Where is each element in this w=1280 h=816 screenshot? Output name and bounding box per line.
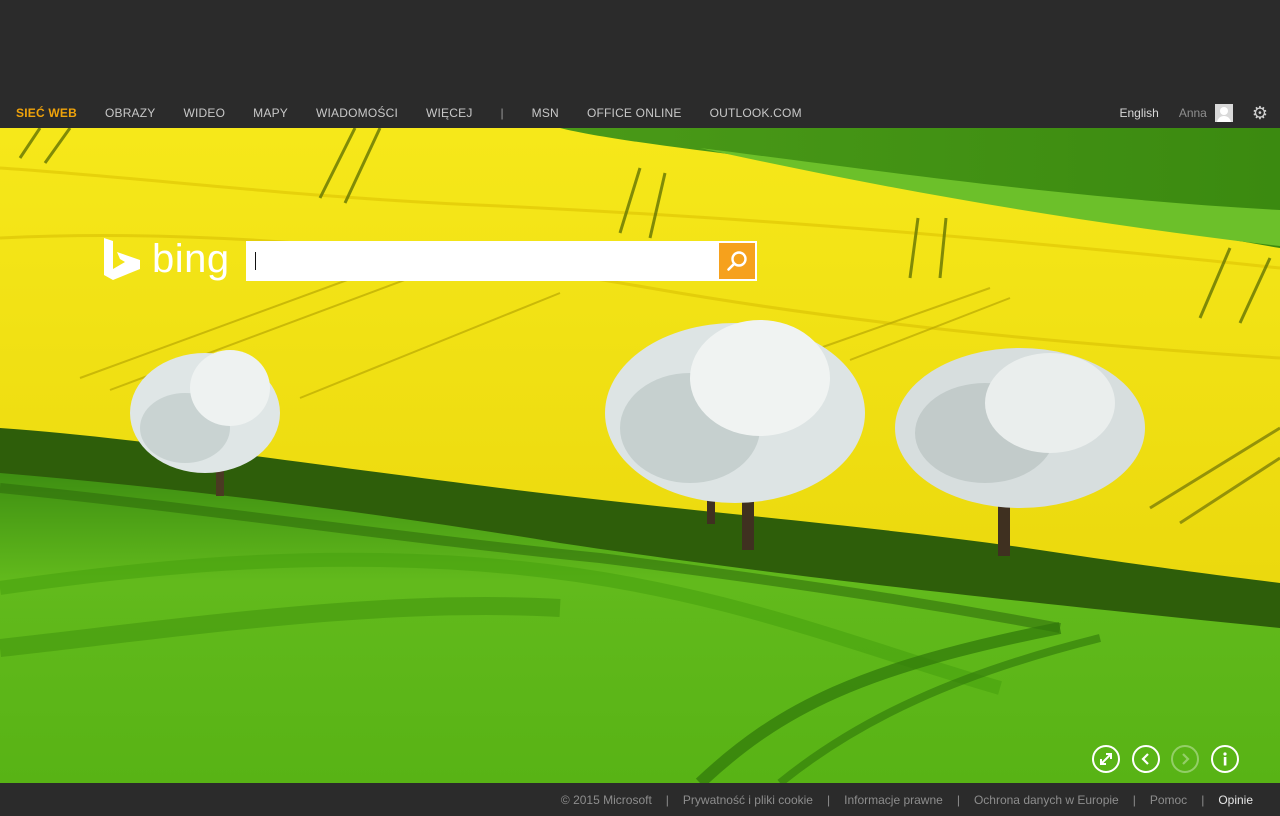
nav-maps[interactable]: MAPY bbox=[253, 106, 288, 120]
expand-icon bbox=[1100, 753, 1112, 765]
help-link[interactable]: Pomoc bbox=[1150, 793, 1187, 807]
nav-news[interactable]: WIADOMOŚCI bbox=[316, 106, 398, 120]
text-caret bbox=[255, 252, 256, 270]
footer: © 2015 Microsoft | Prywatność i pliki co… bbox=[0, 783, 1280, 816]
user-name[interactable]: Anna bbox=[1179, 106, 1207, 120]
footer-separator: | bbox=[1132, 792, 1136, 807]
nav-outlook[interactable]: OUTLOOK.COM bbox=[710, 106, 802, 120]
chevron-left-icon bbox=[1141, 753, 1149, 765]
next-image-button[interactable] bbox=[1171, 745, 1199, 773]
bing-logo[interactable]: bing bbox=[102, 236, 230, 282]
nav-video[interactable]: WIDEO bbox=[184, 106, 226, 120]
footer-separator: | bbox=[826, 792, 831, 807]
background-image bbox=[0, 128, 1280, 783]
previous-image-button[interactable] bbox=[1132, 745, 1160, 773]
nav-msn[interactable]: MSN bbox=[532, 106, 559, 120]
nav-more[interactable]: WIĘCEJ bbox=[426, 106, 473, 120]
feedback-link[interactable]: Opinie bbox=[1218, 793, 1253, 807]
copyright: © 2015 Microsoft bbox=[560, 792, 652, 807]
language-link[interactable]: English bbox=[1119, 106, 1158, 120]
footer-separator: | bbox=[1201, 792, 1205, 807]
data-protection-link[interactable]: Ochrona danych w Europie bbox=[974, 793, 1119, 807]
nav-web[interactable]: SIEĆ WEB bbox=[16, 106, 77, 120]
gear-icon[interactable]: ⚙ bbox=[1252, 104, 1268, 122]
account-area: English Anna ⚙ bbox=[1119, 98, 1268, 128]
scope-links: SIEĆ WEB OBRAZY WIDEO MAPY WIADOMOŚCI WI… bbox=[16, 98, 830, 128]
search-box bbox=[246, 241, 757, 281]
legal-link[interactable]: Informacje prawne bbox=[844, 793, 943, 807]
footer-separator: | bbox=[956, 792, 960, 807]
nav-separator: | bbox=[500, 106, 504, 120]
image-info-button[interactable] bbox=[1211, 745, 1239, 773]
privacy-link[interactable]: Prywatność i pliki cookie bbox=[683, 793, 813, 807]
landscape-illustration bbox=[0, 128, 1280, 783]
avatar-head bbox=[1219, 107, 1228, 115]
search-button[interactable] bbox=[719, 243, 755, 279]
top-navigation: SIEĆ WEB OBRAZY WIDEO MAPY WIADOMOŚCI WI… bbox=[0, 98, 1280, 128]
bing-b-icon bbox=[104, 238, 140, 280]
footer-links: © 2015 Microsoft | Prywatność i pliki co… bbox=[561, 783, 1253, 816]
search-icon bbox=[727, 251, 747, 271]
nav-images[interactable]: OBRAZY bbox=[105, 106, 156, 120]
info-icon bbox=[1223, 752, 1227, 766]
nav-office-online[interactable]: OFFICE ONLINE bbox=[587, 106, 682, 120]
bing-wordmark: bing bbox=[152, 236, 230, 281]
avatar-shoulders bbox=[1216, 116, 1231, 122]
footer-separator: | bbox=[665, 792, 669, 807]
fullscreen-button[interactable] bbox=[1092, 745, 1120, 773]
chevron-right-icon bbox=[1182, 753, 1190, 765]
user-avatar-icon[interactable] bbox=[1214, 104, 1233, 122]
search-input[interactable] bbox=[246, 241, 706, 281]
